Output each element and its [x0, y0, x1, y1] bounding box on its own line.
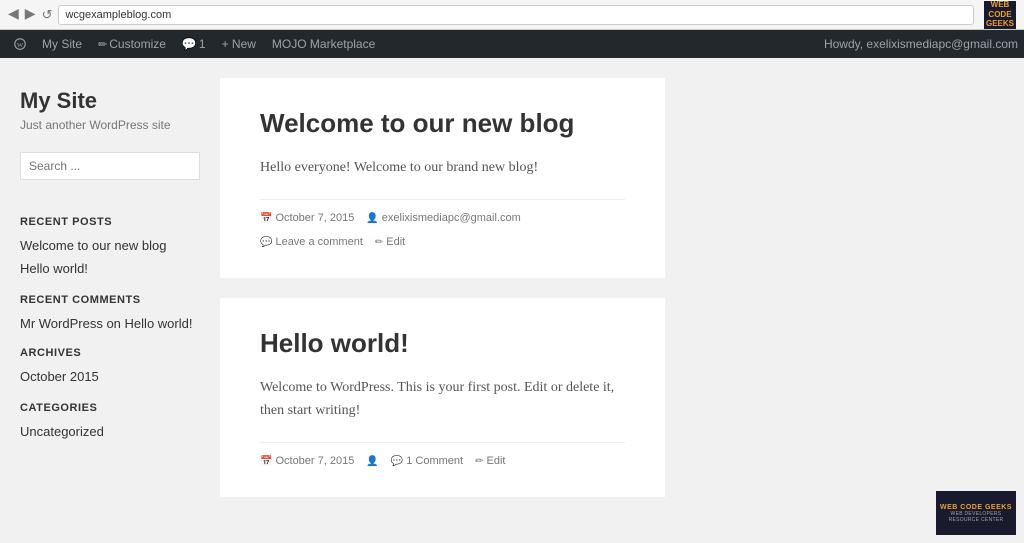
calendar-icon: 📅: [260, 213, 272, 224]
new-button[interactable]: + New: [214, 30, 264, 58]
list-item: October 2015: [20, 369, 200, 386]
browser-bar: ◀ ▶ ↺ wcgexampleblog.com WEBCODEGEEKS: [0, 0, 1024, 30]
post-author-link-1[interactable]: exelixismediapc@gmail.com: [382, 212, 521, 224]
url-text: wcgexampleblog.com: [65, 9, 171, 21]
post-title-link-1[interactable]: Welcome to our new blog: [260, 108, 574, 138]
post-comment-1: 💬 Leave a comment: [260, 236, 363, 248]
category-link-1[interactable]: Uncategorized: [20, 424, 104, 439]
archives-list: October 2015: [20, 369, 200, 386]
site-tagline: Just another WordPress site: [20, 118, 200, 132]
calendar-icon-2: 📅: [260, 456, 272, 467]
post-title-link-2[interactable]: Hello world!: [260, 328, 409, 358]
edit-icon-2: ✏: [475, 456, 483, 467]
archives-title: ARCHIVES: [20, 347, 200, 359]
wcg-logo-sub: WEB DEVELOPERS RESOURCE CENTER: [940, 511, 1012, 523]
recent-post-link-1[interactable]: Welcome to our new blog: [20, 238, 166, 253]
site-title: My Site: [20, 88, 200, 114]
post-edit-1: ✏ Edit: [375, 236, 405, 248]
mojo-button[interactable]: MOJO Marketplace: [264, 30, 383, 58]
comment-link-1[interactable]: Leave a comment: [275, 236, 362, 248]
main-content: Welcome to our new blog Hello everyone! …: [220, 58, 1024, 543]
post-author-2: 👤: [366, 456, 378, 467]
address-bar[interactable]: wcgexampleblog.com: [58, 5, 974, 25]
svg-text:W: W: [17, 42, 24, 49]
post-title-1: Welcome to our new blog: [260, 108, 625, 139]
my-site-button[interactable]: My Site: [34, 30, 90, 58]
sidebar: My Site Just another WordPress site RECE…: [0, 58, 220, 543]
post-card-1: Welcome to our new blog Hello everyone! …: [220, 78, 665, 278]
comment-link-2[interactable]: 1 Comment: [406, 455, 463, 467]
comment-icon-2: 💬: [391, 456, 403, 467]
archive-link-1[interactable]: October 2015: [20, 369, 99, 384]
user-icon: 👤: [366, 213, 378, 224]
search-input[interactable]: [20, 152, 200, 180]
post-meta-1: 📅 October 7, 2015 👤 exelixismediapc@gmai…: [260, 199, 625, 248]
edit-link-1[interactable]: Edit: [386, 236, 405, 248]
post-date-2: 📅 October 7, 2015: [260, 455, 354, 467]
comment-on-text: on: [106, 316, 120, 331]
recent-posts-list: Welcome to our new blog Hello world!: [20, 238, 200, 278]
admin-bar: W My Site ✏ Customize 💬 1 + New MOJO Mar…: [0, 30, 1024, 58]
my-site-label: My Site: [42, 37, 82, 51]
post-card-2: Hello world! Welcome to WordPress. This …: [220, 298, 665, 497]
list-item: Hello world!: [20, 261, 200, 278]
post-author-1: 👤 exelixismediapc@gmail.com: [366, 212, 520, 224]
post-edit-2: ✏ Edit: [475, 455, 505, 467]
post-date-1: 📅 October 7, 2015: [260, 212, 354, 224]
edit-icon-1: ✏: [375, 237, 383, 248]
comment-count-button[interactable]: 💬 1: [174, 30, 214, 58]
recent-post-link-2[interactable]: Hello world!: [20, 261, 88, 276]
categories-title: CATEGORIES: [20, 402, 200, 414]
wcg-header-logo: WEBCODEGEEKS: [984, 1, 1016, 29]
recent-comments-title: RECENT COMMENTS: [20, 294, 200, 306]
comment-post-link[interactable]: Hello world!: [125, 316, 193, 331]
user-icon-2: 👤: [366, 456, 378, 467]
recent-comment-item: Mr WordPress on Hello world!: [20, 316, 200, 331]
reload-button[interactable]: ↺: [42, 7, 53, 23]
wcg-footer-logo: WEB CODE GEEKS WEB DEVELOPERS RESOURCE C…: [936, 491, 1016, 535]
edit-link-2[interactable]: Edit: [487, 455, 506, 467]
comment-count: 1: [199, 37, 206, 51]
new-label: + New: [222, 37, 256, 51]
wcg-logo-text: WEB CODE GEEKS: [940, 504, 1012, 511]
comment-author-link[interactable]: Mr WordPress: [20, 316, 103, 331]
mojo-label: MOJO Marketplace: [272, 37, 375, 51]
howdy-text: Howdy, exelixismediapc@gmail.com: [824, 37, 1018, 51]
wp-logo-button[interactable]: W: [6, 30, 34, 58]
post-title-2: Hello world!: [260, 328, 625, 359]
post-content-1: Hello everyone! Welcome to our brand new…: [260, 157, 625, 179]
list-item: Uncategorized: [20, 424, 200, 441]
customize-label: Customize: [109, 37, 166, 51]
customize-button[interactable]: ✏ Customize: [90, 30, 174, 58]
page: My Site Just another WordPress site RECE…: [0, 58, 1024, 543]
post-content-2: Welcome to WordPress. This is your first…: [260, 377, 625, 422]
comment-icon-1: 💬: [260, 237, 272, 248]
forward-button[interactable]: ▶: [25, 6, 36, 23]
post-meta-2: 📅 October 7, 2015 👤 💬 1 Comment ✏ Edit: [260, 442, 625, 467]
back-button[interactable]: ◀: [8, 6, 19, 23]
categories-list: Uncategorized: [20, 424, 200, 441]
recent-posts-title: RECENT POSTS: [20, 216, 200, 228]
list-item: Welcome to our new blog: [20, 238, 200, 255]
post-comment-2: 💬 1 Comment: [391, 455, 463, 467]
